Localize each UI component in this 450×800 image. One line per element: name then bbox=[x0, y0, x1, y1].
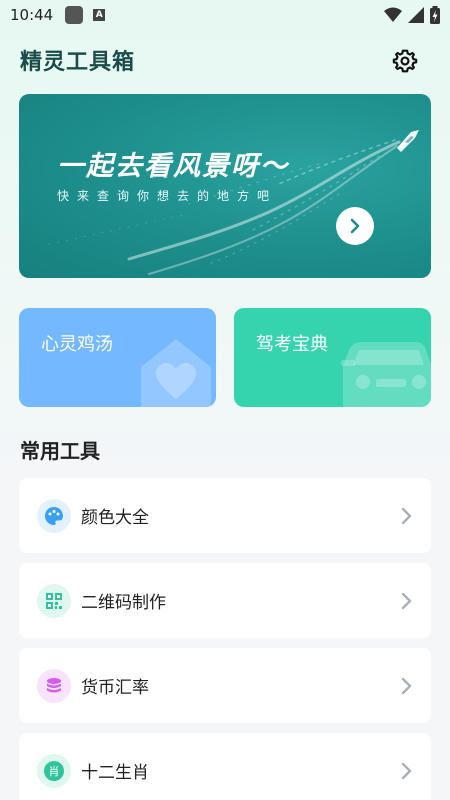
zodiac-glyph: 肖 bbox=[44, 760, 64, 781]
banner-title: 一起去看风景呀～ bbox=[57, 151, 289, 182]
settings-button[interactable] bbox=[390, 46, 420, 76]
tool-label: 十二生肖 bbox=[81, 763, 149, 783]
tool-item-currency[interactable]: 货币汇率 bbox=[19, 648, 431, 723]
signal-icon bbox=[408, 7, 424, 23]
palette-icon bbox=[37, 498, 71, 533]
tool-label: 二维码制作 bbox=[81, 593, 166, 613]
zodiac-icon: 肖 bbox=[37, 753, 71, 788]
section-title: 常用工具 bbox=[20, 439, 100, 463]
banner[interactable]: 一起去看风景呀～ 快来查询你想去的地方吧 bbox=[19, 94, 431, 278]
chevron-right-icon bbox=[401, 592, 412, 609]
card-driving-test[interactable]: 驾考宝典 bbox=[234, 308, 431, 407]
card-label: 心灵鸡汤 bbox=[41, 334, 113, 355]
chevron-right-icon bbox=[401, 762, 412, 779]
app-title: 精灵工具箱 bbox=[20, 50, 136, 75]
status-bar: 10:44 A bbox=[0, 0, 450, 30]
wifi-icon bbox=[384, 7, 402, 22]
card-label: 驾考宝典 bbox=[256, 334, 328, 355]
house-heart-icon bbox=[141, 339, 211, 407]
status-time: 10:44 bbox=[10, 6, 54, 24]
tool-item-zodiac[interactable]: 肖 十二生肖 bbox=[19, 733, 431, 800]
notification-square-icon bbox=[65, 6, 84, 24]
tool-item-colors[interactable]: 颜色大全 bbox=[19, 478, 431, 553]
keyboard-a-icon: A bbox=[93, 9, 106, 21]
banner-subtitle: 快来查询你想去的地方吧 bbox=[57, 189, 278, 203]
qr-code-icon bbox=[37, 583, 71, 618]
tool-label: 颜色大全 bbox=[81, 508, 149, 528]
gear-icon bbox=[392, 49, 418, 73]
chevron-right-icon bbox=[401, 677, 412, 694]
chevron-right-icon bbox=[401, 507, 412, 524]
card-soul-soup[interactable]: 心灵鸡汤 bbox=[19, 308, 216, 407]
tool-item-qrcode[interactable]: 二维码制作 bbox=[19, 563, 431, 638]
tool-label: 货币汇率 bbox=[81, 678, 149, 698]
car-icon bbox=[341, 342, 431, 407]
banner-next-button[interactable] bbox=[336, 207, 374, 245]
battery-charging-icon bbox=[430, 6, 440, 24]
boat-icon bbox=[397, 130, 419, 152]
sea-wake-decoration bbox=[48, 130, 419, 275]
chevron-right-icon bbox=[350, 218, 360, 234]
coin-stack-icon bbox=[37, 668, 71, 703]
